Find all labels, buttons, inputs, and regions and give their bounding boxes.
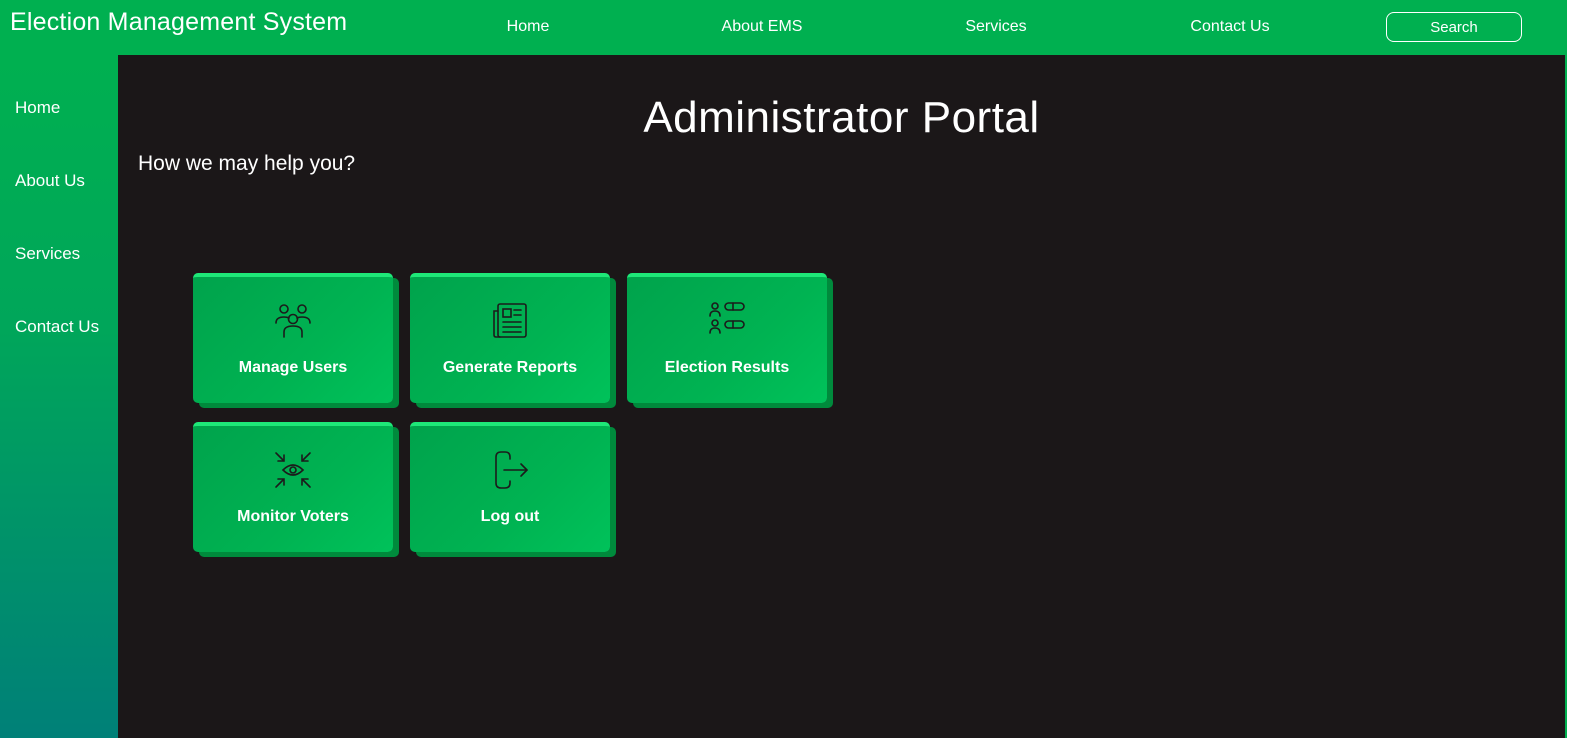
generate-reports-card[interactable]: Generate Reports <box>410 273 610 403</box>
sidebar-item-home[interactable]: Home <box>15 98 60 118</box>
election-results-card[interactable]: Election Results <box>627 273 827 403</box>
top-nav: Home About EMS Services Contact Us <box>0 18 1587 42</box>
page-title: Administrator Portal <box>643 93 1040 142</box>
sidebar: Home About Us Services Contact Us <box>0 55 118 738</box>
monitor-voters-label: Monitor Voters <box>237 508 349 525</box>
log-out-card[interactable]: Log out <box>410 422 610 552</box>
sidebar-item-services[interactable]: Services <box>15 244 80 264</box>
report-icon <box>493 303 527 338</box>
top-navbar: Election Management System Home About EM… <box>0 0 1587 55</box>
window-edge <box>1565 0 1587 738</box>
nav-home[interactable]: Home <box>507 18 550 36</box>
page-subtitle: How we may help you? <box>138 152 356 175</box>
eye-monitor-icon <box>275 452 311 488</box>
manage-users-label: Manage Users <box>238 359 348 376</box>
nav-contact-us[interactable]: Contact Us <box>1190 18 1269 36</box>
logout-icon <box>495 451 528 489</box>
users-icon <box>275 304 311 338</box>
nav-services[interactable]: Services <box>965 18 1026 36</box>
log-out-label: Log out <box>480 508 540 525</box>
results-icon <box>709 302 745 334</box>
monitor-voters-card[interactable]: Monitor Voters <box>193 422 393 552</box>
manage-users-card[interactable]: Manage Users <box>193 273 393 403</box>
election-results-label: Election Results <box>664 359 790 376</box>
nav-about-ems[interactable]: About EMS <box>722 18 803 36</box>
sidebar-item-contact-us[interactable]: Contact Us <box>15 317 99 337</box>
search-button[interactable]: Search <box>1386 12 1522 42</box>
sidebar-item-about-us[interactable]: About Us <box>15 171 85 191</box>
generate-reports-label: Generate Reports <box>442 359 578 376</box>
